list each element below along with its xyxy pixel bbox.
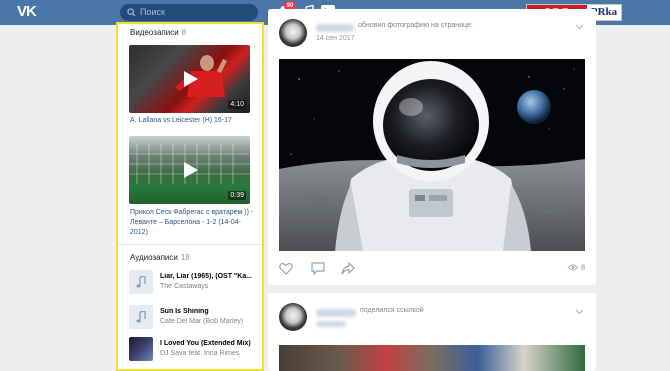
share-icon[interactable] [341, 262, 355, 275]
post-photo[interactable] [279, 59, 585, 251]
video-duration: 4:10 [228, 100, 246, 109]
vk-logo[interactable]: VK [17, 3, 41, 21]
audio-title: I Loved You (Extended Mix) [160, 340, 251, 347]
post-actions: 8 [279, 262, 585, 276]
videos-count: 8 [181, 28, 187, 37]
post-action-text: поделился ссылкой [360, 307, 424, 314]
chevron-down-icon[interactable] [575, 309, 584, 315]
view-count-value: 8 [581, 264, 585, 272]
shared-link-image[interactable] [279, 345, 585, 371]
video-title[interactable]: Прикол Сеск Фабрегас с вратарем )) - Лев… [130, 208, 255, 238]
post-action-text: обновил фотографию на странице: [358, 22, 473, 29]
section-divider [118, 244, 262, 245]
music-note-icon [136, 276, 146, 288]
view-count: 8 [567, 264, 585, 272]
author-name-blurred[interactable] [316, 309, 356, 317]
audio-track[interactable]: Liar, Liar (1965), (OST "Ka... The Casta… [129, 270, 259, 296]
post-date-blurred [316, 321, 346, 327]
search-placeholder: Поиск [140, 7, 165, 17]
video-title[interactable]: A. Lallana vs Leicester (H) 16-17 [130, 116, 255, 126]
media-sidebar: Видеозаписи 8 4:10 A. Lallana vs Leiceste… [116, 22, 264, 371]
play-icon[interactable] [183, 162, 198, 178]
audios-heading-label: Аудиозаписи [130, 253, 178, 262]
play-icon[interactable] [183, 71, 198, 87]
chevron-down-icon[interactable] [575, 24, 584, 30]
audios-count: 18 [180, 253, 190, 262]
avatar[interactable] [279, 19, 307, 47]
audio-title: Liar, Liar (1965), (OST "Ka... [160, 273, 253, 280]
feed-post: поделился ссылкой [268, 293, 596, 371]
audio-cover[interactable] [129, 305, 153, 329]
like-heart-icon[interactable] [279, 262, 293, 275]
avatar[interactable] [279, 303, 307, 331]
player-silhouette [175, 55, 227, 97]
videos-heading[interactable]: Видеозаписи 8 [130, 28, 186, 37]
audios-heading[interactable]: Аудиозаписи 18 [130, 253, 190, 262]
audio-track[interactable]: I Loved You (Extended Mix) DJ Sava feat.… [129, 337, 259, 363]
audio-track[interactable]: Sun Is Shining Cafe Del Mar (Bob Marley) [129, 305, 259, 331]
audio-cover[interactable] [129, 337, 153, 361]
search-input[interactable]: Поиск [120, 4, 258, 21]
search-icon [127, 8, 136, 17]
post-date[interactable]: 14 сен 2017 [316, 35, 355, 42]
audio-artist[interactable]: Cafe Del Mar (Bob Marley) [160, 318, 260, 325]
author-name-blurred[interactable] [316, 24, 354, 32]
audio-artist[interactable]: The Castaways [160, 283, 260, 290]
audio-title: Sun Is Shining [160, 308, 209, 315]
video-thumbnail[interactable]: 0:39 [129, 136, 250, 204]
audio-artist[interactable]: DJ Sava feat. Irina Rimes [160, 350, 260, 357]
eye-icon [567, 264, 579, 271]
videos-heading-label: Видеозаписи [130, 28, 179, 37]
video-thumbnail[interactable]: 4:10 [129, 45, 250, 113]
feed-post: обновил фотографию на странице: 14 сен 2… [268, 9, 596, 285]
audio-cover[interactable] [129, 270, 153, 294]
astronaut-image [279, 59, 585, 251]
comment-icon[interactable] [311, 262, 325, 275]
music-note-icon [136, 311, 146, 323]
video-duration: 0:39 [228, 191, 246, 200]
